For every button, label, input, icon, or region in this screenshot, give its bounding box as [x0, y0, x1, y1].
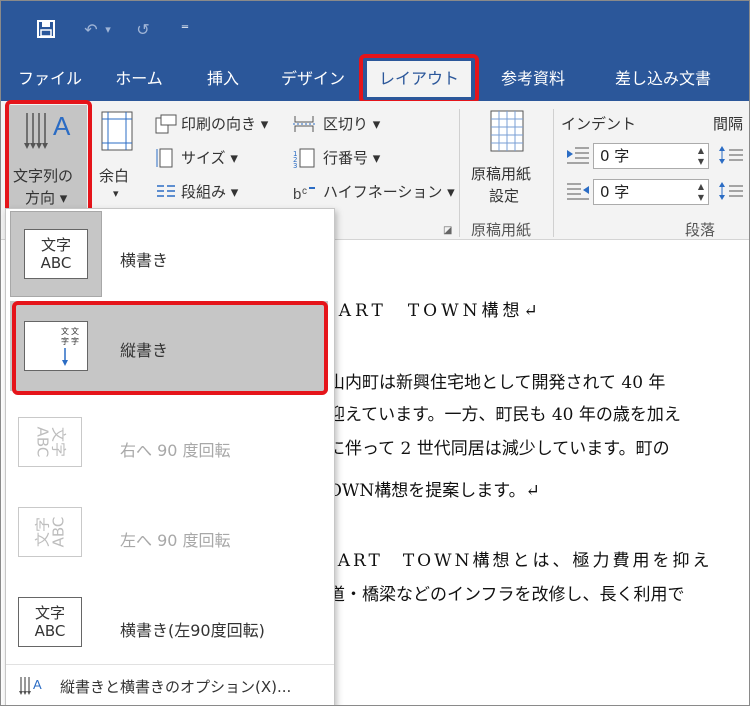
document-line: IART TOWN構想↵ [328, 301, 542, 321]
svg-text:b: b [293, 186, 301, 202]
rotate-left-text-icon: 文字 ABC [18, 507, 82, 557]
document-line: 山内町は新興住宅地として開発されて 40 年 [328, 373, 666, 393]
menu-item-horizontal-label: 横書き [120, 251, 169, 270]
text-direction-options-icon: A [19, 677, 42, 695]
indent-left-input[interactable]: 0 字 ▲ ▼ [593, 143, 709, 169]
line-numbers-icon: 123 [293, 148, 315, 168]
document-line: に伴って 2 世代同居は減少しています。町の [328, 439, 670, 459]
menu-item-rotate-left: 文字 ABC 左へ 90 度回転 [6, 485, 334, 571]
document-line: IART TOWN構想とは、極力費用を抑え [328, 551, 713, 571]
line-numbers-button[interactable]: 123 行番号 ▾ [293, 147, 380, 168]
ribbon-separator-2 [553, 109, 554, 237]
tab-insert[interactable]: 挿入 [191, 63, 255, 95]
margins-button[interactable]: 余白 ▾ [95, 107, 141, 207]
manuscript-settings-button[interactable]: 原稿用紙 設定 [465, 107, 551, 211]
word-window: ↶ ▾ ↺ ⁼ ファイル ホーム 挿入 デザイン レイアウト 参考資料 差し込み… [0, 0, 750, 706]
menu-item-horizontal-rotated[interactable]: 文字 ABC 横書き(左90度回転) [6, 575, 334, 661]
text-direction-options-label: 縦書きと横書きのオプション(X)... [60, 678, 292, 696]
menu-item-horizontal-rotated-label: 横書き(左90度回転) [120, 621, 265, 640]
document-line: 迎えています。一方、町民も 40 年の歳を加え [328, 405, 681, 425]
layout-tab-highlight [359, 54, 479, 104]
horizontal-rotated-text-icon: 文字 ABC [18, 597, 82, 647]
breaks-label: 区切り ▾ [323, 115, 381, 133]
manuscript-icon [490, 110, 524, 152]
tab-design[interactable]: デザイン [271, 63, 355, 95]
size-icon [156, 148, 173, 167]
spinner-arrows-icon[interactable]: ▲ ▼ [698, 145, 704, 167]
columns-label: 段組み ▾ [181, 183, 239, 201]
margins-label: 余白 [99, 167, 130, 185]
svg-text:c: c [302, 186, 307, 197]
vertical-item-highlight [12, 301, 328, 395]
spacing-title: 間隔 [713, 115, 744, 133]
rotate-right-text-icon: 文字 ABC [18, 417, 82, 467]
spacing-before-icon [719, 146, 743, 164]
redo-icon[interactable]: ↺ [131, 17, 155, 41]
size-label: サイズ ▾ [181, 149, 238, 167]
tab-file[interactable]: ファイル [11, 63, 89, 95]
text-direction-menu: 文字 ABC 横書き 文字文字 縦書き 文字 ABC 右へ 90 度回転 文字 ABC… [5, 208, 335, 705]
hyphenation-label: ハイフネーション ▾ [323, 183, 455, 201]
orientation-button[interactable]: 印刷の向き ▾ [155, 113, 268, 134]
manuscript-label-1: 原稿用紙 [471, 165, 532, 183]
horizontal-text-icon: 文字 ABC [24, 229, 88, 279]
ribbon-separator-1 [459, 109, 460, 237]
breaks-icon [293, 115, 317, 132]
indent-left-icon [567, 147, 589, 164]
indent-right-icon [567, 183, 589, 200]
menu-item-rotate-left-label: 左へ 90 度回転 [120, 531, 231, 550]
document-line: 道・橋梁などのインフラを改修し、長く利用で [328, 585, 685, 605]
tab-references[interactable]: 参考資料 [485, 63, 581, 95]
menu-item-horizontal[interactable]: 文字 ABC 横書き [6, 209, 334, 297]
breaks-button[interactable]: 区切り ▾ [293, 113, 380, 134]
margins-arrow: ▾ [113, 187, 119, 200]
save-icon[interactable] [33, 17, 59, 41]
indent-right-input[interactable]: 0 字 ▲ ▼ [593, 179, 709, 205]
paragraph-group-label: 段落 [685, 221, 716, 239]
hyphenation-button[interactable]: bc ハイフネーション ▾ [293, 181, 455, 202]
manuscript-label-2: 設定 [489, 187, 520, 205]
line-numbers-label: 行番号 ▾ [323, 149, 381, 167]
orientation-label: 印刷の向き ▾ [181, 115, 269, 133]
margins-icon [101, 111, 133, 151]
hyphenation-icon: bc [293, 186, 315, 202]
columns-button[interactable]: 段組み ▾ [155, 181, 238, 202]
svg-text:A: A [33, 677, 42, 692]
document-line: OWN構想を提案します。↵ [328, 481, 540, 501]
svg-text:3: 3 [293, 162, 297, 168]
orientation-icon [155, 114, 177, 133]
manuscript-group-label: 原稿用紙 [471, 221, 532, 239]
tab-home[interactable]: ホーム [101, 63, 177, 95]
spacing-after-icon [719, 182, 743, 200]
page-setup-launcher-icon[interactable]: ◪ [443, 225, 452, 236]
undo-icon[interactable]: ↶ [79, 17, 103, 41]
menu-item-text-direction-options[interactable]: A 縦書きと横書きのオプション(X)... [6, 665, 334, 705]
size-button[interactable]: サイズ ▾ [155, 147, 238, 168]
menu-item-rotate-right: 文字 ABC 右へ 90 度回転 [6, 395, 334, 481]
menu-item-rotate-right-label: 右へ 90 度回転 [120, 441, 231, 460]
text-direction-highlight [5, 100, 92, 214]
indent-title: インデント [561, 115, 637, 133]
spinner-arrows-icon[interactable]: ▲ ▼ [698, 181, 704, 203]
title-bar: ↶ ▾ ↺ ⁼ [1, 1, 749, 57]
tab-mailings[interactable]: 差し込み文書 [601, 63, 725, 95]
customize-toolbar-icon[interactable]: ⁼ [173, 17, 197, 41]
columns-icon [157, 184, 175, 197]
undo-dropdown-icon[interactable]: ▾ [101, 17, 115, 41]
